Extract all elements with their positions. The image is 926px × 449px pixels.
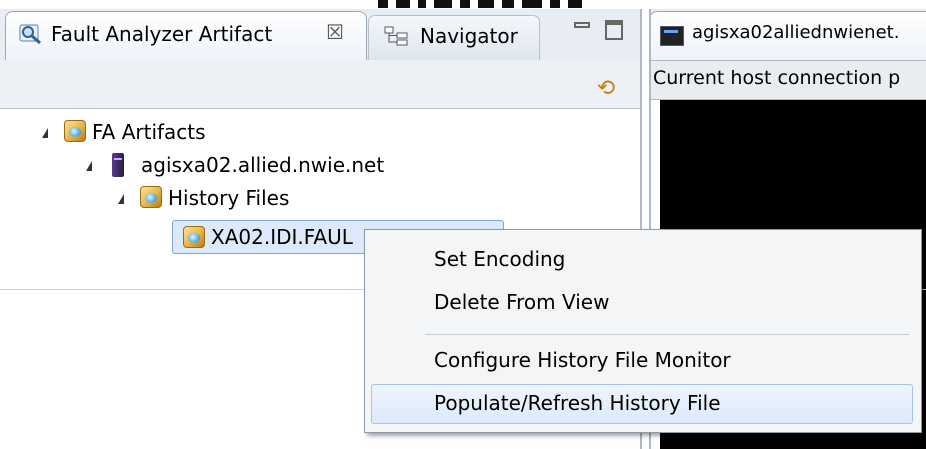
server-icon (112, 153, 124, 177)
context-menu: Set Encoding Delete From View Configure … (364, 229, 922, 433)
minimize-button[interactable] (574, 20, 592, 34)
terminal-icon (660, 26, 684, 46)
minimize-icon (574, 22, 590, 28)
tree-item-label: FA Artifacts (92, 120, 206, 144)
tab-host-terminal[interactable]: agisxa02alliednwienet. (649, 11, 926, 60)
tree-item-label: History Files (168, 186, 290, 210)
menu-item-set-encoding[interactable]: Set Encoding (434, 244, 565, 274)
expand-twisty-icon[interactable] (118, 194, 124, 204)
tree-item-fa-artifacts[interactable]: FA Artifacts (36, 117, 336, 147)
menu-item-delete-from-view[interactable]: Delete From View (434, 287, 609, 317)
fa-artifact-icon (183, 226, 205, 248)
magnifier-icon (19, 24, 41, 45)
menu-separator (425, 334, 909, 335)
navigator-tree-icon (384, 26, 408, 46)
top-cropped-strip (0, 0, 926, 9)
tab-fault-analyzer-label: Fault Analyzer Artifact (51, 22, 273, 46)
connection-status-text: Current host connection p (653, 67, 901, 89)
expand-twisty-icon[interactable] (42, 128, 48, 138)
tab-navigator-label: Navigator (420, 24, 518, 48)
tree-item-history-files[interactable]: History Files (112, 183, 392, 213)
connection-status-bar: Current host connection p (649, 61, 926, 100)
sync-button[interactable]: ⟲ (591, 76, 621, 102)
tab-close-icon[interactable]: ☒ (326, 20, 344, 44)
fa-artifact-icon (64, 120, 86, 142)
expand-twisty-icon[interactable] (86, 161, 92, 171)
tree-item-label: agisxa02.allied.nwie.net (141, 153, 385, 177)
cropped-title-fragment (378, 0, 588, 8)
tab-navigator[interactable]: Navigator (368, 15, 540, 60)
maximize-button[interactable] (605, 20, 623, 40)
tab-fault-analyzer-artifact[interactable]: Fault Analyzer Artifact ☒ (5, 11, 367, 60)
fa-artifact-icon (140, 186, 162, 208)
sync-arrows-icon: ⟲ (596, 76, 616, 101)
menu-item-populate-refresh[interactable]: Populate/Refresh History File (434, 388, 721, 418)
tree-item-label: XA02.IDI.FAUL (211, 225, 353, 249)
tree-item-host[interactable]: agisxa02.allied.nwie.net (80, 150, 400, 180)
view-toolbar (0, 60, 641, 109)
menu-item-configure-monitor[interactable]: Configure History File Monitor (434, 345, 731, 375)
tab-host-terminal-label: agisxa02alliednwienet. (692, 22, 900, 43)
